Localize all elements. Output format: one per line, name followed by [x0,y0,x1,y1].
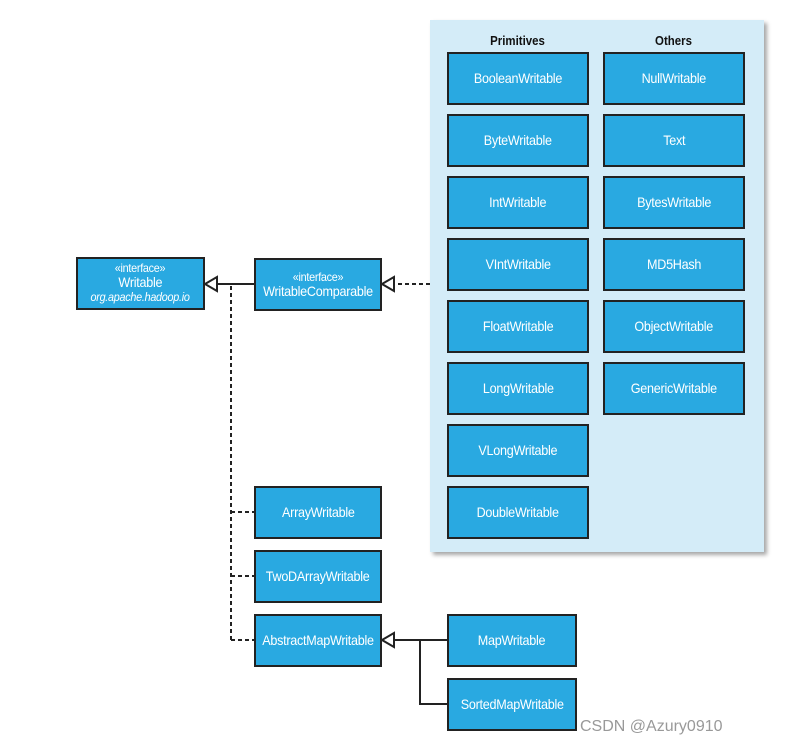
class-name: AbstractMapWritable [262,632,374,648]
watermark: CSDN @Azury0910 [580,718,723,735]
class-name: TwoDArrayWritable [266,568,370,584]
class-name: MapWritable [478,632,546,648]
writablecomparable-interface-box: «interface» WritableComparable [254,258,382,311]
class-box: ArrayWritable [254,486,382,539]
connectors [203,275,447,705]
class-name: ArrayWritable [281,504,355,520]
hollow-arrow-icon [380,631,395,649]
class-box: TwoDArrayWritable [254,550,382,603]
class-name: Writable [118,274,163,290]
class-name: SortedMapWritable [460,696,564,712]
inheritance-line [419,640,447,705]
class-box: MapWritable [447,614,577,667]
hollow-arrow-icon [203,275,218,293]
hollow-arrow-icon [380,275,395,293]
class-name: WritableComparable [263,282,373,299]
package-name: org.apache.hadoop.io [90,290,191,304]
writable-interface-box: «interface» Writable org.apache.hadoop.i… [76,257,205,310]
class-box: AbstractMapWritable [254,614,382,667]
class-box: SortedMapWritable [447,678,577,731]
